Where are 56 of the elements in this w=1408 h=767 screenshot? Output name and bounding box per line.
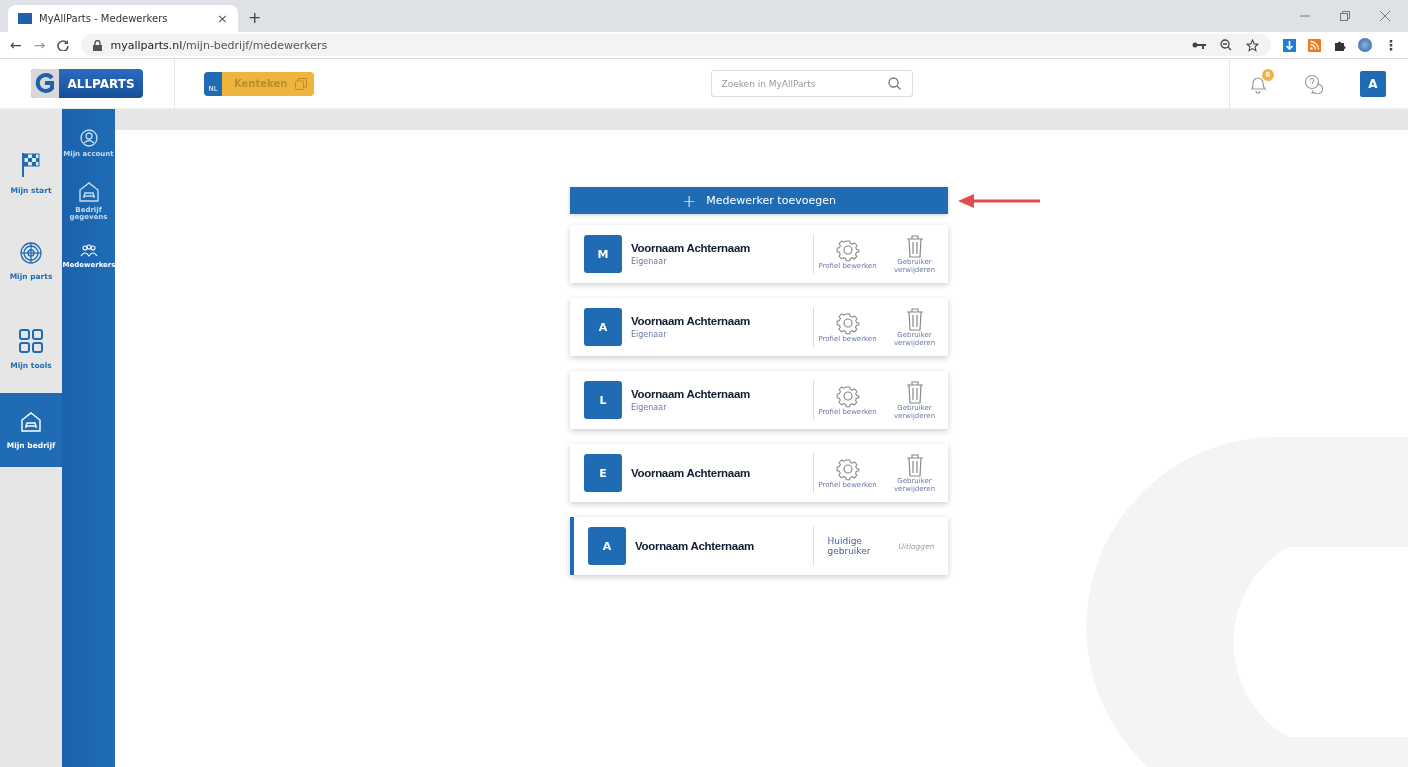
key-icon[interactable] <box>1192 41 1206 49</box>
employee-avatar: A <box>584 308 622 346</box>
user-avatar[interactable]: A <box>1360 70 1386 97</box>
download-extension-icon[interactable] <box>1283 38 1296 52</box>
employee-name: Voornaam Achternaam <box>635 540 755 552</box>
address-bar[interactable]: myallparts.nl/mijn-bedrijf/medewerkers <box>81 34 1271 56</box>
copy-icon <box>295 77 308 90</box>
employee-name: Voornaam Achternaam <box>631 242 751 254</box>
tab-title: MyAllParts - Medewerkers <box>39 13 169 24</box>
trash-icon <box>904 233 925 258</box>
trash-icon <box>904 306 925 331</box>
employee-role: Eigenaar <box>631 403 668 412</box>
close-tab-icon[interactable]: × <box>217 11 228 26</box>
employee-avatar: E <box>584 454 622 492</box>
gear-icon <box>835 310 860 335</box>
current-user-label: Huidige gebruiker <box>827 536 872 556</box>
search-field[interactable]: Zoeken in MyAllParts <box>710 70 913 97</box>
gear-icon <box>835 383 860 408</box>
rss-icon[interactable] <box>1308 38 1321 52</box>
close-icon[interactable] <box>1380 11 1390 21</box>
back-button[interactable]: ← <box>10 37 22 53</box>
profile-avatar-icon[interactable] <box>1358 38 1372 52</box>
zoom-out-icon[interactable] <box>1220 39 1232 51</box>
garage-car-icon <box>77 180 100 203</box>
favicon-icon <box>18 13 32 24</box>
employee-role: Eigenaar <box>631 330 668 339</box>
grid-icon <box>19 328 43 353</box>
menu-icon[interactable]: ⋮ <box>1384 37 1398 53</box>
restore-icon[interactable] <box>1340 11 1350 21</box>
gear-icon <box>835 456 860 481</box>
trash-icon <box>904 379 925 404</box>
employee-avatar: L <box>584 381 622 419</box>
people-icon <box>79 244 98 259</box>
employee-name: Voornaam Achternaam <box>631 315 751 327</box>
allparts-logo[interactable]: ALLPARTS <box>31 69 143 98</box>
user-icon <box>79 129 98 147</box>
add-employee-button[interactable]: + Medewerker toevoegen <box>570 187 948 214</box>
employee-name: Voornaam Achternaam <box>631 467 751 479</box>
employee-avatar: A <box>588 527 626 565</box>
lock-icon <box>93 39 103 51</box>
help-chat-icon[interactable] <box>1304 73 1324 94</box>
employee-role: Eigenaar <box>631 257 668 266</box>
garage-car-icon <box>20 410 42 433</box>
employee-avatar: M <box>584 235 622 273</box>
reload-icon[interactable] <box>57 39 70 51</box>
new-tab-button[interactable]: + <box>248 8 262 27</box>
trash-icon <box>904 452 925 477</box>
gear-icon <box>835 237 860 262</box>
star-icon[interactable] <box>1246 38 1259 52</box>
employee-name: Voornaam Achternaam <box>631 388 751 400</box>
forward-button[interactable]: → <box>33 37 46 53</box>
checkered-flag-icon <box>21 151 41 178</box>
browser-tab[interactable]: MyAllParts - Medewerkers × <box>8 5 238 32</box>
search-icon[interactable] <box>887 77 901 90</box>
brake-disc-icon <box>20 241 42 264</box>
g-logo-icon <box>31 69 60 98</box>
